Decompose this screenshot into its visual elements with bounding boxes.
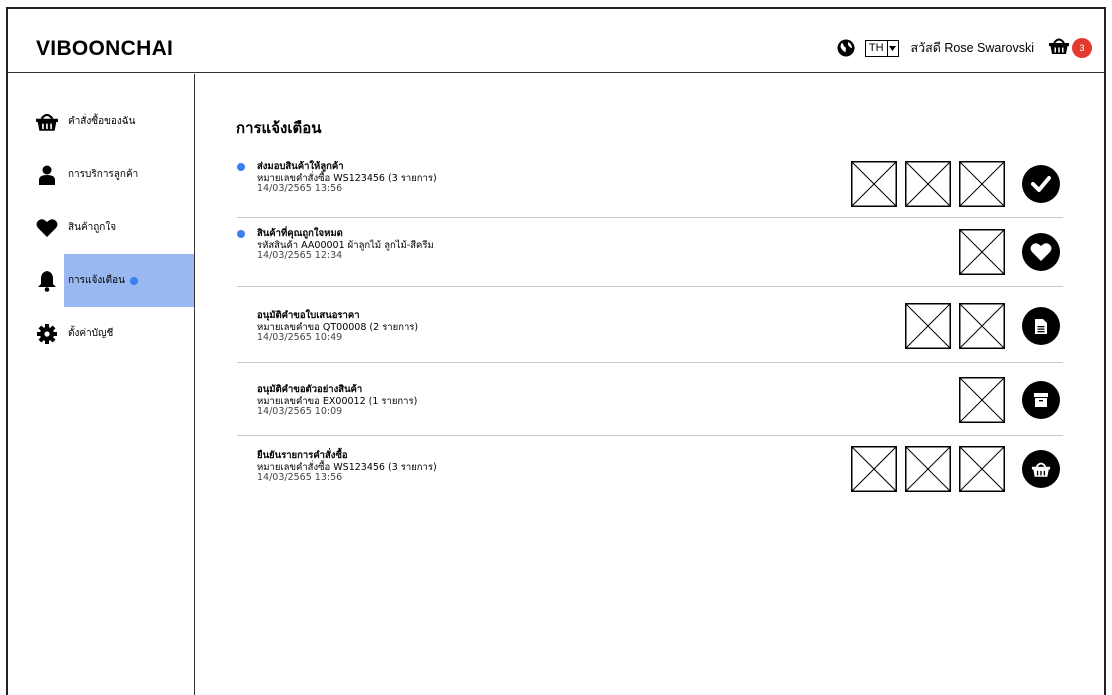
product-thumbnails <box>905 303 1005 349</box>
page-title: การแจ้งเตือน <box>236 119 322 137</box>
sidebar-item-label: สินค้าถูกใจ <box>68 222 117 233</box>
image-placeholder <box>851 161 897 207</box>
sidebar-item-my-orders[interactable]: คำสั่งซื้อของฉัน <box>8 95 193 148</box>
cart-count-badge: 3 <box>1072 38 1092 58</box>
check-icon[interactable] <box>1022 165 1060 203</box>
image-placeholder <box>905 303 951 349</box>
notification-date: 14/03/2565 13:56 <box>257 472 343 483</box>
image-placeholder <box>905 446 951 492</box>
sidebar-item-label: การแจ้งเตือน <box>68 275 125 286</box>
globe-icon[interactable] <box>837 39 855 57</box>
unread-dot <box>130 277 138 285</box>
person-icon <box>34 163 60 187</box>
language-select[interactable]: TH <box>864 39 899 57</box>
cart-button[interactable]: 3 <box>1048 37 1092 59</box>
image-placeholder <box>959 161 1005 207</box>
image-placeholder <box>959 446 1005 492</box>
basket-icon <box>1048 37 1070 59</box>
basket-icon <box>34 110 60 134</box>
heart-icon[interactable] <box>1022 233 1060 271</box>
sidebar-item-label: ตั้งค่าบัญชี <box>68 328 114 339</box>
image-placeholder <box>959 303 1005 349</box>
heart-icon <box>34 216 60 240</box>
notification-item[interactable]: สินค้าที่คุณถูกใจหมด รหัสสินค้า AA00001 … <box>237 220 1063 287</box>
top-bar: VIBOONCHAI TH สวัสดี Rose Swarovski 3 <box>8 9 1104 73</box>
caret-down-icon <box>888 41 898 56</box>
notification-date: 14/03/2565 10:49 <box>257 332 343 343</box>
image-placeholder <box>959 229 1005 275</box>
notification-date: 14/03/2565 10:09 <box>257 406 343 417</box>
notification-date: 14/03/2565 12:34 <box>257 250 343 261</box>
image-placeholder <box>959 377 1005 423</box>
sidebar: คำสั่งซื้อของฉัน การบริการลูกค้า สินค้าถ… <box>8 74 195 695</box>
product-thumbnails <box>959 377 1005 423</box>
product-thumbnails <box>959 229 1005 275</box>
image-placeholder <box>851 446 897 492</box>
box-icon[interactable] <box>1022 381 1060 419</box>
user-greeting[interactable]: สวัสดี Rose Swarovski <box>911 38 1034 58</box>
sidebar-item-label: การบริการลูกค้า <box>68 169 139 180</box>
document-icon[interactable] <box>1022 307 1060 345</box>
unread-dot <box>237 230 245 238</box>
sidebar-item-notifications[interactable]: การแจ้งเตือน <box>8 254 194 307</box>
notification-item[interactable]: ยืนยันรายการคำสั่งซื้อ หมายเลขคำสั่งซื้อ… <box>237 438 1063 508</box>
app-frame: VIBOONCHAI TH สวัสดี Rose Swarovski 3 คำ… <box>6 7 1106 695</box>
sidebar-item-account-settings[interactable]: ตั้งค่าบัญชี <box>8 307 193 360</box>
notification-item[interactable]: ส่งมอบสินค้าให้ลูกค้า หมายเลขคำสั่งซื้อ … <box>237 153 1063 218</box>
language-value: TH <box>866 40 888 56</box>
logo[interactable]: VIBOONCHAI <box>36 37 173 61</box>
basket-icon[interactable] <box>1022 450 1060 488</box>
sidebar-item-customer-service[interactable]: การบริการลูกค้า <box>8 148 193 201</box>
product-thumbnails <box>851 161 1005 207</box>
unread-dot <box>237 163 245 171</box>
notification-item[interactable]: อนุมัติคำขอใบเสนอราคา หมายเลขคำขอ QT0000… <box>237 289 1063 363</box>
gear-icon <box>34 322 60 346</box>
product-thumbnails <box>851 446 1005 492</box>
header-actions: TH สวัสดี Rose Swarovski 3 <box>837 37 1092 59</box>
sidebar-item-favorites[interactable]: สินค้าถูกใจ <box>8 201 193 254</box>
notification-date: 14/03/2565 13:56 <box>257 183 343 194</box>
sidebar-item-label: คำสั่งซื้อของฉัน <box>68 116 136 127</box>
notification-item[interactable]: อนุมัติคำขอตัวอย่างสินค้า หมายเลขคำขอ EX… <box>237 365 1063 436</box>
bell-icon <box>34 269 60 293</box>
notifications-panel: การแจ้งเตือน ส่งมอบสินค้าให้ลูกค้า หมายเ… <box>197 74 1104 695</box>
image-placeholder <box>905 161 951 207</box>
